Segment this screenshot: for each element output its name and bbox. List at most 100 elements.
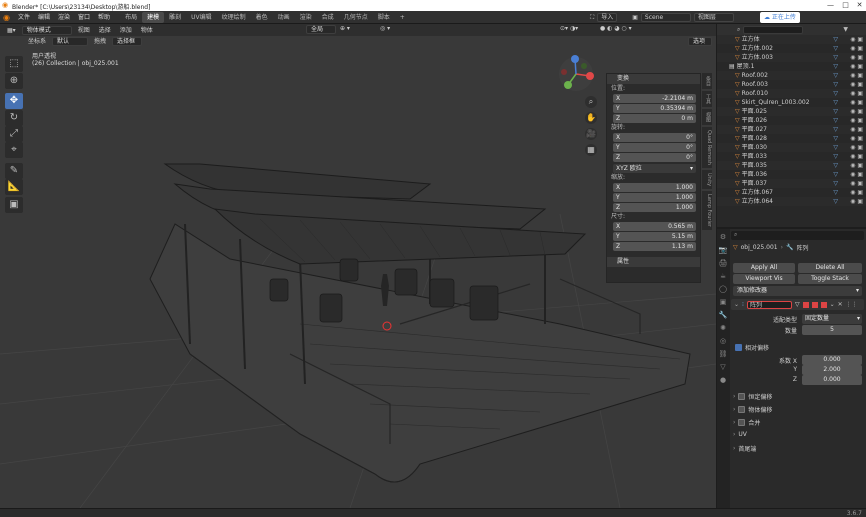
modifier-indicator-icon[interactable]: ▽ <box>833 179 838 188</box>
tool-tab-icon[interactable]: ⚙ <box>717 231 729 243</box>
outliner-item[interactable]: ▽ 平面.033 ▽ ◉ ▣ <box>717 152 866 161</box>
pan-hand-icon[interactable]: ✋ <box>585 112 597 124</box>
add-cube-tool-button[interactable]: ▣ <box>5 197 23 213</box>
location-z-field[interactable]: Z0 m <box>613 114 696 123</box>
tab-unity[interactable]: Unity <box>702 169 712 190</box>
drag-handle-icon[interactable]: ⋮⋮ <box>846 301 858 308</box>
shading-buttons[interactable]: ● ◐ ◕ ○ ▾ <box>600 25 632 32</box>
modifier-indicator-icon[interactable]: ▽ <box>833 53 838 62</box>
visibility-eye-icon[interactable]: ◉ ▣ <box>850 44 863 53</box>
edit-mode-toggle-icon[interactable]: ▽ <box>795 301 800 308</box>
camera-icon[interactable]: 🎥 <box>585 128 597 140</box>
constraints-tab-icon[interactable]: ⛓ <box>717 348 729 360</box>
constant-offset-row[interactable]: › 恒定偏移 <box>733 392 772 401</box>
tab-sculpting[interactable]: 雕刻 <box>164 12 186 23</box>
properties-search[interactable]: ⌕ <box>731 231 864 240</box>
merge-checkbox[interactable] <box>738 419 746 426</box>
outliner-item[interactable]: ▽ Skirt_Qulren_L003.002 ▽ ◉ ▣ <box>717 98 866 107</box>
rotation-y-field[interactable]: Y 0° <box>613 143 696 152</box>
filter-icon[interactable]: ⌕ <box>737 26 740 34</box>
visibility-eye-icon[interactable]: ◉ ▣ <box>850 161 863 170</box>
modifier-indicator-icon[interactable]: ▽ <box>833 71 838 80</box>
scale-tool-button[interactable]: ⤢ <box>5 126 23 142</box>
output-tab-icon[interactable]: 🖨 <box>717 257 729 269</box>
import-button[interactable]: 导入 <box>597 13 618 22</box>
location-x-field[interactable]: X -2.2104 m <box>613 94 696 103</box>
modifier-indicator-icon[interactable]: ▽ <box>833 98 838 107</box>
caps-row[interactable]: › 首尾端 <box>733 444 756 453</box>
grid-view-icon[interactable]: ▦ <box>585 144 597 156</box>
modifier-indicator-icon[interactable]: ▽ <box>833 143 838 152</box>
remove-modifier-icon[interactable]: ✕ <box>838 301 843 308</box>
collapse-chevron-icon[interactable]: ⌄ <box>734 301 739 308</box>
apply-all-button[interactable]: Apply All <box>733 263 795 273</box>
add-modifier-dropdown[interactable]: 添加修改器 ▾ <box>733 286 862 296</box>
outliner-item[interactable]: ▽ 平面.036 ▽ ◉ ▣ <box>717 170 866 179</box>
drag-dropdown[interactable]: 选择框 <box>112 36 143 46</box>
factor-z-field[interactable]: 0.000 <box>802 375 862 385</box>
rotate-tool-button[interactable]: ↻ <box>5 110 23 126</box>
particles-tab-icon[interactable]: ✺ <box>717 322 729 334</box>
snap-icon[interactable]: ⊕ ▾ <box>340 25 350 32</box>
cursor-tool-button[interactable]: ⊕ <box>5 73 23 89</box>
overlay-icon[interactable]: ⊙▾ ◑▾ <box>560 25 578 32</box>
outliner-item[interactable]: ▽ 平面.035 ▽ ◉ ▣ <box>717 161 866 170</box>
modifier-tab-icon[interactable]: 🔧 <box>717 309 729 321</box>
modifier-indicator-icon[interactable]: ▽ <box>833 35 838 44</box>
fit-type-dropdown[interactable]: 固定数量 ▾ <box>802 314 862 324</box>
visibility-eye-icon[interactable]: ◉ ▣ <box>850 107 863 116</box>
material-tab-icon[interactable]: ● <box>717 374 729 386</box>
tab-lamp-fourier[interactable]: Lamp Fourier <box>702 191 712 231</box>
navigation-gizmo[interactable] <box>556 54 596 94</box>
close-button[interactable]: ✕ <box>855 1 864 10</box>
scale-z-field[interactable]: Z 1.000 <box>613 203 696 212</box>
upload-tooltip[interactable]: ☁ 正在上传 <box>760 12 800 23</box>
proportional-edit-icon[interactable]: ◎ ▾ <box>380 25 390 32</box>
render-toggle-icon[interactable] <box>820 301 827 308</box>
outliner-item[interactable]: ▽ 立方体.064 ▽ ◉ ▣ <box>717 197 866 206</box>
tab-geometry-nodes[interactable]: 几何节点 <box>339 12 373 23</box>
dimension-x-field[interactable]: X 0.565 m <box>613 222 696 231</box>
visibility-eye-icon[interactable]: ◉ ▣ <box>850 80 863 89</box>
data-tab-icon[interactable]: ▽ <box>717 361 729 373</box>
rotation-mode-dropdown[interactable]: XYZ 欧拉 ▾ <box>613 164 696 173</box>
3d-viewport[interactable]: ▦▾ 物体模式 视图 选择 添加 物体 全局 ⊕ ▾ ◎ ▾ ⊙▾ ◑▾ ● ◐… <box>0 24 716 508</box>
rotation-x-field[interactable]: X 0° <box>613 133 696 142</box>
factor-x-field[interactable]: 0.000 <box>802 355 862 365</box>
modifier-indicator-icon[interactable]: ▽ <box>833 116 838 125</box>
visibility-eye-icon[interactable]: ◉ ▣ <box>850 188 863 197</box>
merge-row[interactable]: › 合并 <box>733 418 760 427</box>
viewport-vis-button[interactable]: Viewport Vis <box>733 274 795 284</box>
render-tab-icon[interactable]: 📷 <box>717 244 729 256</box>
outliner-item[interactable]: ▤ 屋顶.1 ▽ ◉ ▣ <box>717 62 866 71</box>
visibility-eye-icon[interactable]: ◉ ▣ <box>850 170 863 179</box>
scale-y-field[interactable]: Y 1.000 <box>613 193 696 202</box>
modifier-indicator-icon[interactable]: ▽ <box>833 161 838 170</box>
tab-uv-editing[interactable]: UV编辑 <box>186 12 217 23</box>
options-dropdown[interactable]: 选项 <box>688 37 712 46</box>
outliner-item[interactable]: ▽ 平面.028 ▽ ◉ ▣ <box>717 134 866 143</box>
count-field[interactable]: 5 <box>802 325 862 335</box>
tab-tool[interactable]: 工具 <box>702 91 712 107</box>
visibility-eye-icon[interactable]: ◉ ▣ <box>850 143 863 152</box>
modifier-indicator-icon[interactable]: ▽ <box>833 188 838 197</box>
visibility-eye-icon[interactable]: ◉ ▣ <box>850 152 863 161</box>
object-tab-icon[interactable]: ▣ <box>717 296 729 308</box>
delete-all-button[interactable]: Delete All <box>798 263 862 273</box>
dimension-z-field[interactable]: Z 1.13 m <box>613 242 696 251</box>
visibility-eye-icon[interactable]: ◉ ▣ <box>850 71 863 80</box>
menu-select[interactable]: 选择 <box>96 26 114 35</box>
tab-view[interactable]: 视图 <box>702 109 712 125</box>
outliner-item[interactable]: ▽ 平面.037 ▽ ◉ ▣ <box>717 179 866 188</box>
visibility-eye-icon[interactable]: ◉ ▣ <box>850 53 863 62</box>
tab-item[interactable]: 条目 <box>702 73 712 89</box>
uv-row[interactable]: › UV <box>733 431 747 438</box>
outliner-item[interactable]: ▽ 平面.027 ▽ ◉ ▣ <box>717 125 866 134</box>
mode-dropdown[interactable]: 物体模式 <box>21 25 72 35</box>
tweak-tool-button[interactable]: ⬚ <box>5 56 23 72</box>
modifier-indicator-icon[interactable]: ▽ <box>833 89 838 98</box>
outliner-item[interactable]: ▽ 立方体.067 ▽ ◉ ▣ <box>717 188 866 197</box>
modifier-indicator-icon[interactable]: ▽ <box>833 152 838 161</box>
visibility-eye-icon[interactable]: ◉ ▣ <box>850 62 863 71</box>
menu-window[interactable]: 窗口 <box>74 11 94 24</box>
